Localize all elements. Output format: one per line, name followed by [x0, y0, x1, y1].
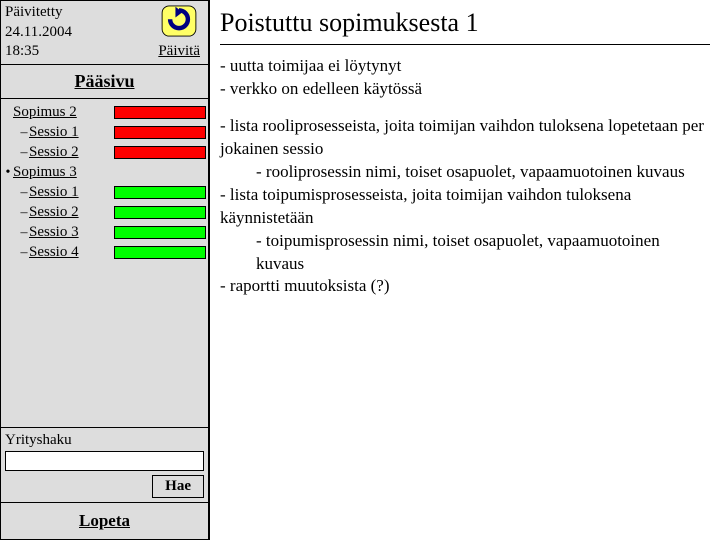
tree-link[interactable]: Sessio 1 [29, 124, 79, 141]
header-box: Päivitetty 24.11.2004 18:35 Päivitä [0, 0, 209, 65]
status-bar [114, 126, 206, 139]
quit-link[interactable]: Lopeta [79, 511, 130, 530]
nav-tree: Sopimus 2– Sessio 1– Sessio 2• Sopimus 3… [0, 99, 209, 429]
updated-label: Päivitetty [5, 3, 154, 23]
tree-link[interactable]: Sessio 3 [29, 224, 79, 241]
tree-row: – Sessio 2 [3, 143, 206, 163]
page-title: Poistuttu sopimuksesta 1 [220, 8, 710, 38]
content-line: - uutta toimijaa ei löytynyt [220, 55, 710, 78]
tree-link[interactable]: Sessio 4 [29, 244, 79, 261]
content-line: - lista rooliprosesseista, joita toimija… [220, 115, 710, 161]
search-box: Yrityshaku Hae [0, 428, 209, 503]
status-bar [114, 226, 206, 239]
tree-bullet: – [19, 145, 29, 161]
search-label: Yrityshaku [5, 432, 204, 449]
main-link-box: Pääsivu [0, 65, 209, 99]
main-link[interactable]: Pääsivu [74, 71, 134, 91]
updated-date: 24.11.2004 [5, 23, 154, 43]
content-line: - lista toipumisprosesseista, joita toim… [220, 184, 710, 230]
content-block-2: - lista rooliprosesseista, joita toimija… [220, 115, 710, 299]
content-line: - toipumisprosessin nimi, toiset osapuol… [220, 230, 710, 276]
tree-row: Sopimus 2 [3, 103, 206, 123]
tree-row: • Sopimus 3 [3, 163, 206, 183]
content-line: - raportti muutoksista (?) [220, 275, 710, 298]
tree-bullet: • [3, 165, 13, 181]
refresh-icon[interactable] [161, 5, 197, 37]
status-bar [114, 106, 206, 119]
status-bar [114, 186, 206, 199]
tree-row: – Sessio 1 [3, 123, 206, 143]
tree-bullet: – [19, 205, 29, 221]
status-bar [114, 146, 206, 159]
content-block-1: - uutta toimijaa ei löytynyt- verkko on … [220, 55, 710, 101]
tree-link[interactable]: Sessio 2 [29, 144, 79, 161]
tree-link[interactable]: Sopimus 2 [13, 104, 77, 121]
tree-row: – Sessio 1 [3, 183, 206, 203]
tree-link[interactable]: Sessio 2 [29, 204, 79, 221]
search-input[interactable] [5, 451, 204, 471]
updated-time: 18:35 [5, 42, 154, 62]
tree-link[interactable]: Sopimus 3 [13, 164, 77, 181]
tree-row: – Sessio 3 [3, 223, 206, 243]
search-button[interactable]: Hae [152, 475, 204, 498]
status-bar [114, 206, 206, 219]
divider [220, 44, 710, 45]
tree-row: – Sessio 2 [3, 203, 206, 223]
tree-bullet: – [19, 245, 29, 261]
main-content: Poistuttu sopimuksesta 1 - uutta toimija… [210, 0, 720, 540]
tree-bullet: – [19, 185, 29, 201]
content-line: - verkko on edelleen käytössä [220, 78, 710, 101]
content-line: - rooliprosessin nimi, toiset osapuolet,… [220, 161, 710, 184]
refresh-label[interactable]: Päivitä [158, 43, 200, 60]
tree-bullet: – [19, 125, 29, 141]
sidebar: Päivitetty 24.11.2004 18:35 Päivitä Pääs… [0, 0, 210, 540]
tree-bullet: – [19, 225, 29, 241]
tree-row: – Sessio 4 [3, 243, 206, 263]
status-bar [114, 246, 206, 259]
tree-link[interactable]: Sessio 1 [29, 184, 79, 201]
quit-box: Lopeta [0, 503, 209, 540]
